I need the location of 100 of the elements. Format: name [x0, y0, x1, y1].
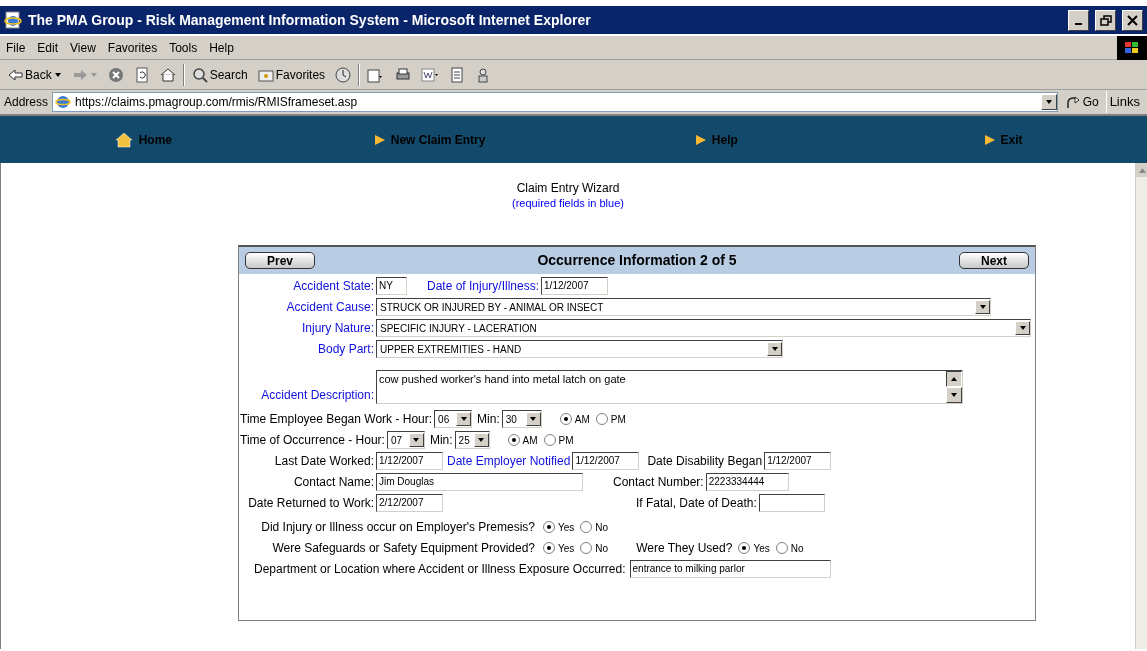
radio-button[interactable] — [559, 413, 572, 425]
radio-button[interactable] — [543, 542, 555, 554]
links-button[interactable]: Links — [1105, 91, 1143, 113]
radio-label: No — [790, 541, 804, 556]
menu-item[interactable]: Edit — [31, 38, 65, 57]
required-fields-note: (required fields in blue) — [511, 196, 625, 211]
house-icon — [114, 131, 133, 148]
search-button[interactable]: Search — [188, 64, 251, 85]
dropdown-field[interactable]: UPPER EXTREMITIES - HAND — [376, 340, 783, 358]
field-label: Did Injury or Illness occur on Employer's Premesis? — [261, 519, 535, 536]
radio-button[interactable] — [738, 542, 751, 554]
input-field[interactable]: 2/12/2007 — [376, 494, 443, 512]
field-label: Date Returned to Work: — [248, 495, 374, 512]
search-icon — [191, 66, 208, 83]
menu-item[interactable]: Tools — [163, 38, 204, 57]
wizard-title: Claim Entry Wizard — [515, 181, 621, 196]
dropdown-field[interactable]: 25 — [454, 431, 490, 449]
input-field[interactable]: 1/12/2007 — [541, 277, 609, 295]
caret-icon — [89, 71, 98, 78]
input-field[interactable]: entrance to milking parlor — [629, 560, 831, 578]
menu-item[interactable]: File — [0, 38, 32, 57]
radio-label: AM — [574, 412, 590, 427]
field-label: Accident State: — [293, 278, 374, 295]
radio-label: AM — [522, 433, 538, 448]
prev-button[interactable]: Prev — [245, 252, 315, 269]
go-arrow-icon — [1064, 94, 1081, 110]
menu-item[interactable]: Help — [203, 38, 240, 57]
field-label: Contact Name: — [293, 474, 374, 491]
field-label: Date Employer Notified — [447, 453, 571, 470]
field-label: Accident Description: — [261, 387, 374, 404]
field-label: Were They Used? — [636, 540, 733, 557]
menu-item[interactable]: View — [64, 38, 102, 57]
refresh-icon — [133, 66, 150, 83]
radio-label: Yes — [558, 541, 575, 556]
dropdown-field[interactable]: 06 — [434, 410, 473, 428]
restore-icon — [1099, 13, 1112, 27]
close-icon — [1126, 13, 1139, 27]
window-title: The PMA Group - Risk Management Information System - Microsoft Internet Explorer — [28, 10, 591, 30]
radio-button[interactable] — [775, 542, 788, 554]
field-label: Body Part: — [317, 341, 374, 358]
input-field[interactable]: NY — [376, 277, 407, 295]
field-label: Accident Cause: — [286, 299, 374, 316]
input-field[interactable] — [758, 494, 825, 512]
dropdown-field[interactable]: SPECIFIC INJURY - LACERATION — [376, 319, 1031, 337]
printer-icon — [395, 66, 412, 83]
field-label: Last Date Worked: — [274, 453, 374, 470]
input-field[interactable]: Jim Douglas — [376, 473, 583, 491]
field-label: Min: — [429, 432, 453, 449]
minimize-icon — [1075, 23, 1082, 25]
document-icon — [449, 66, 466, 83]
favorites-button[interactable]: Favorites — [254, 64, 329, 85]
minimize-button[interactable] — [1068, 9, 1089, 31]
triangle-icon — [695, 134, 706, 145]
radio-button[interactable] — [543, 434, 556, 446]
triangle-icon — [984, 134, 995, 145]
input-field[interactable]: 1/12/2007 — [572, 452, 640, 470]
left-arrow-icon — [7, 66, 23, 83]
field-label: If Fatal, Date of Death: — [636, 495, 757, 512]
windows-flag-icon — [1124, 40, 1140, 55]
radio-button[interactable] — [580, 542, 593, 554]
go-button[interactable]: Go — [1061, 92, 1102, 112]
radio-button[interactable] — [543, 521, 555, 533]
dropdown-field[interactable]: 30 — [501, 410, 542, 428]
input-field[interactable]: 2223334444 — [705, 473, 789, 491]
ie-page-icon — [55, 94, 72, 110]
next-button[interactable]: Next — [959, 252, 1029, 269]
up-arrow-icon — [1138, 167, 1146, 173]
field-label: Were Safeguards or Safety Equipment Provided? — [272, 540, 535, 557]
clock-icon — [335, 66, 352, 83]
radio-button[interactable] — [507, 434, 520, 446]
address-field[interactable]: https://claims.pmagroup.com/rmis/RMISframeset.asp — [52, 92, 1058, 112]
text-area[interactable]: cow pushed worker's hand into metal latch on gate — [376, 370, 963, 404]
address-label: Address — [4, 94, 49, 111]
field-label: Date of Injury/Illness: — [427, 278, 540, 295]
restore-button[interactable] — [1095, 9, 1116, 31]
radio-label: PM — [610, 412, 626, 427]
field-label: Date Disability Began — [647, 453, 763, 470]
radio-label: PM — [558, 433, 574, 448]
radio-button[interactable] — [580, 521, 593, 533]
panel-heading: Occurrence Information 2 of 5 — [537, 251, 737, 270]
input-field[interactable]: 1/12/2007 — [376, 452, 443, 470]
input-field[interactable]: 1/12/2007 — [764, 452, 832, 470]
radio-label: No — [595, 541, 609, 556]
back-button[interactable]: Back — [4, 64, 65, 85]
dropdown-field[interactable]: 07 — [386, 431, 425, 449]
caret-icon — [53, 71, 62, 78]
radio-button[interactable] — [595, 413, 608, 425]
radio-label: Yes — [558, 520, 575, 535]
menu-item[interactable]: Favorites — [101, 38, 164, 57]
dropdown-field[interactable]: STRUCK OR INJURED BY - ANIMAL OR INSECT — [376, 298, 991, 316]
scrollbar — [946, 371, 962, 403]
field-label: Time Employee Began Work - Hour: — [240, 411, 433, 428]
radio-label: Yes — [753, 541, 770, 556]
field-label: Injury Nature: — [301, 320, 374, 337]
field-label: Min: — [477, 411, 500, 428]
triangle-icon — [374, 134, 385, 145]
close-button[interactable] — [1122, 9, 1143, 31]
radio-label: No — [595, 520, 609, 535]
word-document-icon — [421, 66, 440, 83]
field-label: Contact Number: — [613, 474, 704, 491]
